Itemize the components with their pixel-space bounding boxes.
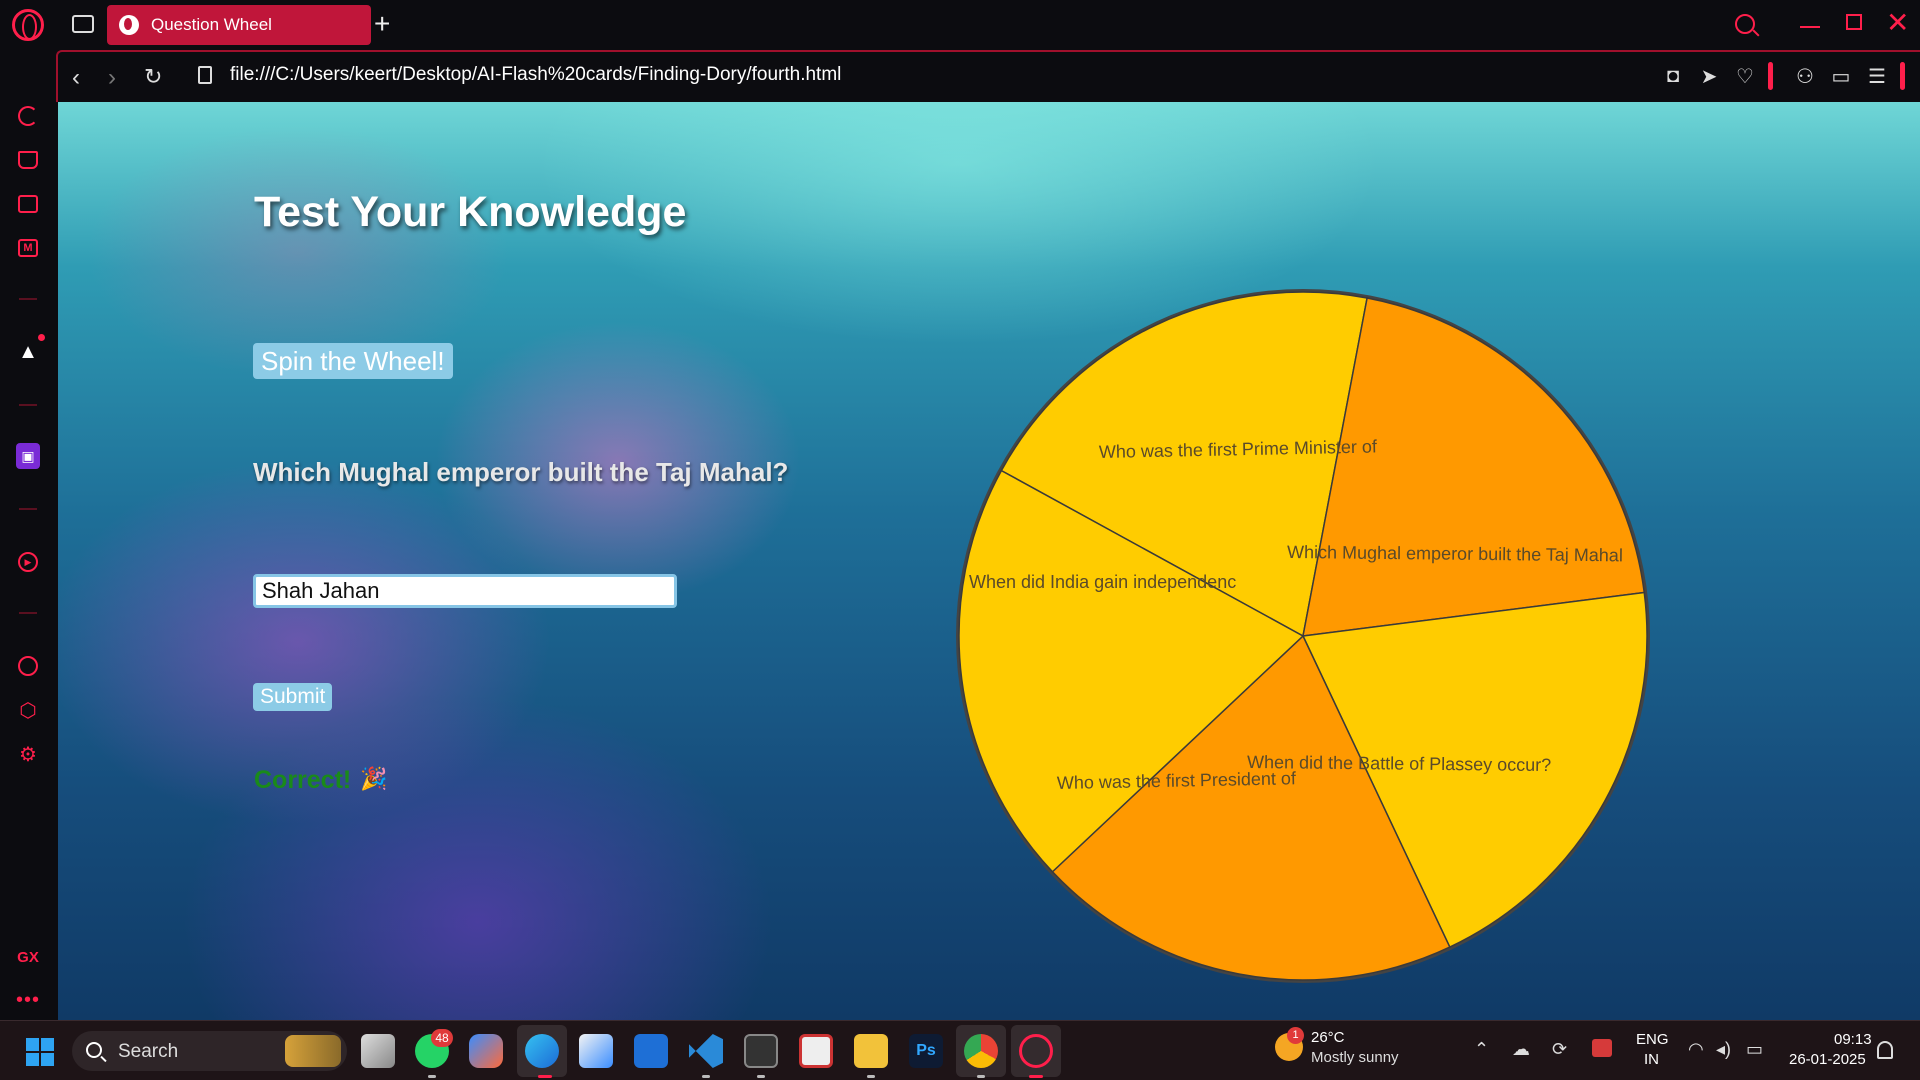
snapshot-icon[interactable]: ◘ [1662,65,1684,87]
history-icon[interactable] [16,654,40,678]
vscode-icon[interactable] [689,1034,723,1068]
player-icon[interactable]: ▶ [16,550,40,574]
taskbar-search[interactable]: Search [72,1031,347,1071]
minimize-button[interactable] [1800,26,1820,28]
taskbar: Search 48 Ps 1 26°C Mostly sunny ⌃ ☁ ⟳ E… [0,1020,1920,1080]
wheel-segment-label: When did India gain independenc [969,572,1236,592]
search-tabs-icon[interactable] [1735,14,1755,34]
store-icon[interactable] [579,1034,613,1068]
screen-icon[interactable] [16,192,40,216]
file-icon [198,66,212,84]
chrome-icon[interactable] [964,1034,998,1068]
opera-gx-icon[interactable] [1019,1034,1053,1068]
chevron-up-icon[interactable]: ⌃ [1474,1039,1489,1060]
gx-indicator [1768,62,1773,90]
back-button[interactable]: ‹ [72,64,80,92]
volume-icon[interactable]: ◂) [1716,1039,1731,1060]
running-indicator [757,1075,765,1078]
aria-icon[interactable]: ▲ [16,340,40,364]
globe-icon [119,15,139,35]
forward-button[interactable]: › [108,64,116,92]
edge-icon[interactable] [525,1034,559,1068]
battery-icon[interactable]: ▭ [1746,1039,1763,1060]
page-title: Test Your Knowledge [254,188,687,236]
submit-button[interactable]: Submit [253,683,333,711]
running-indicator [702,1075,710,1078]
party-popper-icon: 🎉 [360,766,388,791]
spin-wheel-button[interactable]: Spin the Wheel! [253,343,453,379]
notification-dot [38,334,45,341]
search-label: Search [118,1041,179,1062]
weather-description[interactable]: Mostly sunny [1311,1049,1399,1066]
question-wheel[interactable]: Who was the first Prime Minister ofWhich… [953,286,1653,986]
result-text: Correct! [254,766,352,794]
window-app-icon[interactable] [634,1034,668,1068]
profile-icon[interactable]: ⚇ [1794,66,1816,88]
new-tab-button[interactable]: + [374,9,390,39]
tab-title: Question Wheel [151,15,272,34]
search-icon [86,1042,102,1058]
reload-button[interactable]: ↻ [144,64,162,90]
tab-question-wheel[interactable]: Question Wheel [107,5,371,45]
easy-setup-icon[interactable]: ☰ [1866,66,1888,88]
wheel-segment-label: Which Mughal emperor built the Taj Mahal [1287,542,1623,565]
app-tray-icon[interactable] [1592,1039,1612,1057]
windows-start-icon[interactable] [26,1038,54,1066]
tab-switcher-icon[interactable] [72,15,94,33]
language-region[interactable]: IN [1644,1051,1659,1068]
sync-icon[interactable]: ⟳ [1552,1039,1567,1060]
sidebar: M ▲ ▣ ▶ ⬡ ⚙ GX ••• [0,50,56,1020]
settings-icon[interactable]: ⚙ [16,742,40,766]
snipping-tool-icon[interactable] [799,1034,833,1068]
shopping-icon[interactable] [16,148,40,172]
weather-badge: 1 [1287,1027,1304,1044]
sidebar-divider [19,508,37,510]
m-icon[interactable]: M [16,236,40,260]
clock-time[interactable]: 09:13 [1834,1031,1872,1048]
close-button[interactable]: ✕ [1886,6,1909,39]
send-icon[interactable]: ➤ [1698,66,1720,88]
sidebar-divider [19,612,37,614]
whatsapp-badge: 48 [431,1029,453,1047]
clock-date[interactable]: 26-01-2025 [1789,1051,1866,1068]
gx-control-indicator [1900,62,1905,90]
onedrive-icon[interactable]: ☁ [1512,1039,1530,1060]
running-indicator [867,1075,875,1078]
copilot-icon[interactable] [469,1034,503,1068]
answer-input[interactable] [253,574,677,608]
running-indicator [538,1075,552,1078]
running-indicator [977,1075,985,1078]
url-field[interactable]: file:///C:/Users/keert/Desktop/AI-Flash%… [230,64,841,86]
file-explorer-icon[interactable] [854,1034,888,1068]
language-indicator[interactable]: ENG [1636,1031,1669,1048]
wifi-icon[interactable]: ◠ [1688,1039,1704,1060]
heart-icon[interactable]: ♡ [1734,66,1756,88]
sidebar-divider [19,298,37,300]
sidebar-divider [19,404,37,406]
page-viewport: Test Your Knowledge Spin the Wheel! Whic… [58,102,1920,1020]
browser-top-bar: Question Wheel + ✕ [0,0,1920,50]
running-indicator [428,1075,436,1078]
notification-bell-icon[interactable] [1877,1041,1893,1059]
task-view-icon[interactable] [361,1034,395,1068]
extensions-icon[interactable]: ⬡ [16,698,40,722]
photoshop-icon[interactable]: Ps [909,1034,943,1068]
more-icon[interactable]: ••• [16,988,40,1012]
twitch-icon[interactable]: ▣ [16,443,40,469]
maximize-button[interactable] [1846,14,1862,30]
question-text: Which Mughal emperor built the Taj Mahal… [253,457,789,487]
weather-temperature[interactable]: 26°C [1311,1029,1345,1046]
search-highlight-icon [285,1035,341,1067]
address-bar: ‹ › ↻ file:///C:/Users/keert/Desktop/AI-… [56,50,1920,102]
battery-saver-icon[interactable]: ▭ [1830,66,1852,88]
opera-logo-icon[interactable] [12,9,44,41]
gx-corner-icon[interactable]: GX [14,945,42,969]
reload-icon[interactable] [16,104,40,128]
running-indicator [1029,1075,1043,1078]
terminal-icon[interactable] [744,1034,778,1068]
